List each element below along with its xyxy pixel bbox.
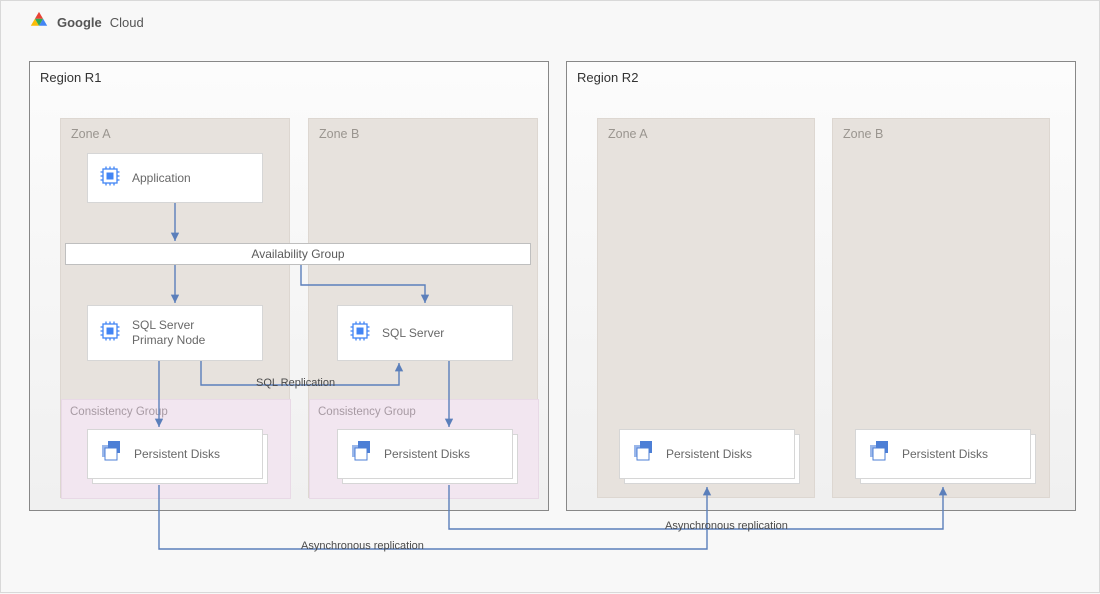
node-application-label: Application	[132, 171, 191, 186]
zone-r1a-label: Zone A	[71, 127, 111, 141]
node-pd-r2a: Persistent Disks	[619, 429, 795, 479]
zone-r2a-label: Zone A	[608, 127, 648, 141]
node-sql-secondary-label: SQL Server	[382, 326, 444, 341]
node-pd-r1b: Persistent Disks	[337, 429, 513, 479]
node-pd-r1a: Persistent Disks	[87, 429, 263, 479]
label-sql-replication: SQL Replication	[256, 377, 335, 389]
consistency-group-r1b-label: Consistency Group	[318, 406, 416, 418]
node-sql-secondary: SQL Server	[337, 305, 513, 361]
node-pd-r2b-wrap: Persistent Disks	[855, 429, 1031, 479]
availability-group-bar: Availability Group	[65, 243, 531, 265]
node-application: Application	[87, 153, 263, 203]
node-pd-r2b-label: Persistent Disks	[902, 447, 988, 462]
cpu-icon	[348, 319, 372, 348]
disk-icon	[98, 439, 124, 470]
label-async-1: Asynchronous replication	[301, 540, 424, 552]
node-pd-r1b-label: Persistent Disks	[384, 447, 470, 462]
disk-icon	[630, 439, 656, 470]
node-pd-r2a-label: Persistent Disks	[666, 447, 752, 462]
brand-bold: Google	[57, 15, 102, 30]
disk-icon	[348, 439, 374, 470]
node-sql-primary: SQL Server Primary Node	[87, 305, 263, 361]
node-sql-primary-label: SQL Server Primary Node	[132, 318, 205, 348]
node-pd-r2b: Persistent Disks	[855, 429, 1031, 479]
zone-r1b-label: Zone B	[319, 127, 359, 141]
brand-light: Cloud	[110, 15, 144, 30]
region-r1-label: Region R1	[40, 70, 101, 85]
header: Google Cloud	[29, 11, 144, 34]
node-pd-r2a-wrap: Persistent Disks	[619, 429, 795, 479]
zone-r2b-label: Zone B	[843, 127, 883, 141]
disk-icon	[866, 439, 892, 470]
google-cloud-logo-icon	[29, 11, 49, 34]
consistency-group-r1a-label: Consistency Group	[70, 406, 168, 418]
node-pd-r1b-wrap: Persistent Disks	[337, 429, 513, 479]
region-r2-label: Region R2	[577, 70, 638, 85]
node-pd-r1a-label: Persistent Disks	[134, 447, 220, 462]
availability-group-label: Availability Group	[251, 247, 344, 261]
label-async-2: Asynchronous replication	[665, 520, 788, 532]
cpu-icon	[98, 164, 122, 193]
cpu-icon	[98, 319, 122, 348]
node-pd-r1a-wrap: Persistent Disks	[87, 429, 263, 479]
